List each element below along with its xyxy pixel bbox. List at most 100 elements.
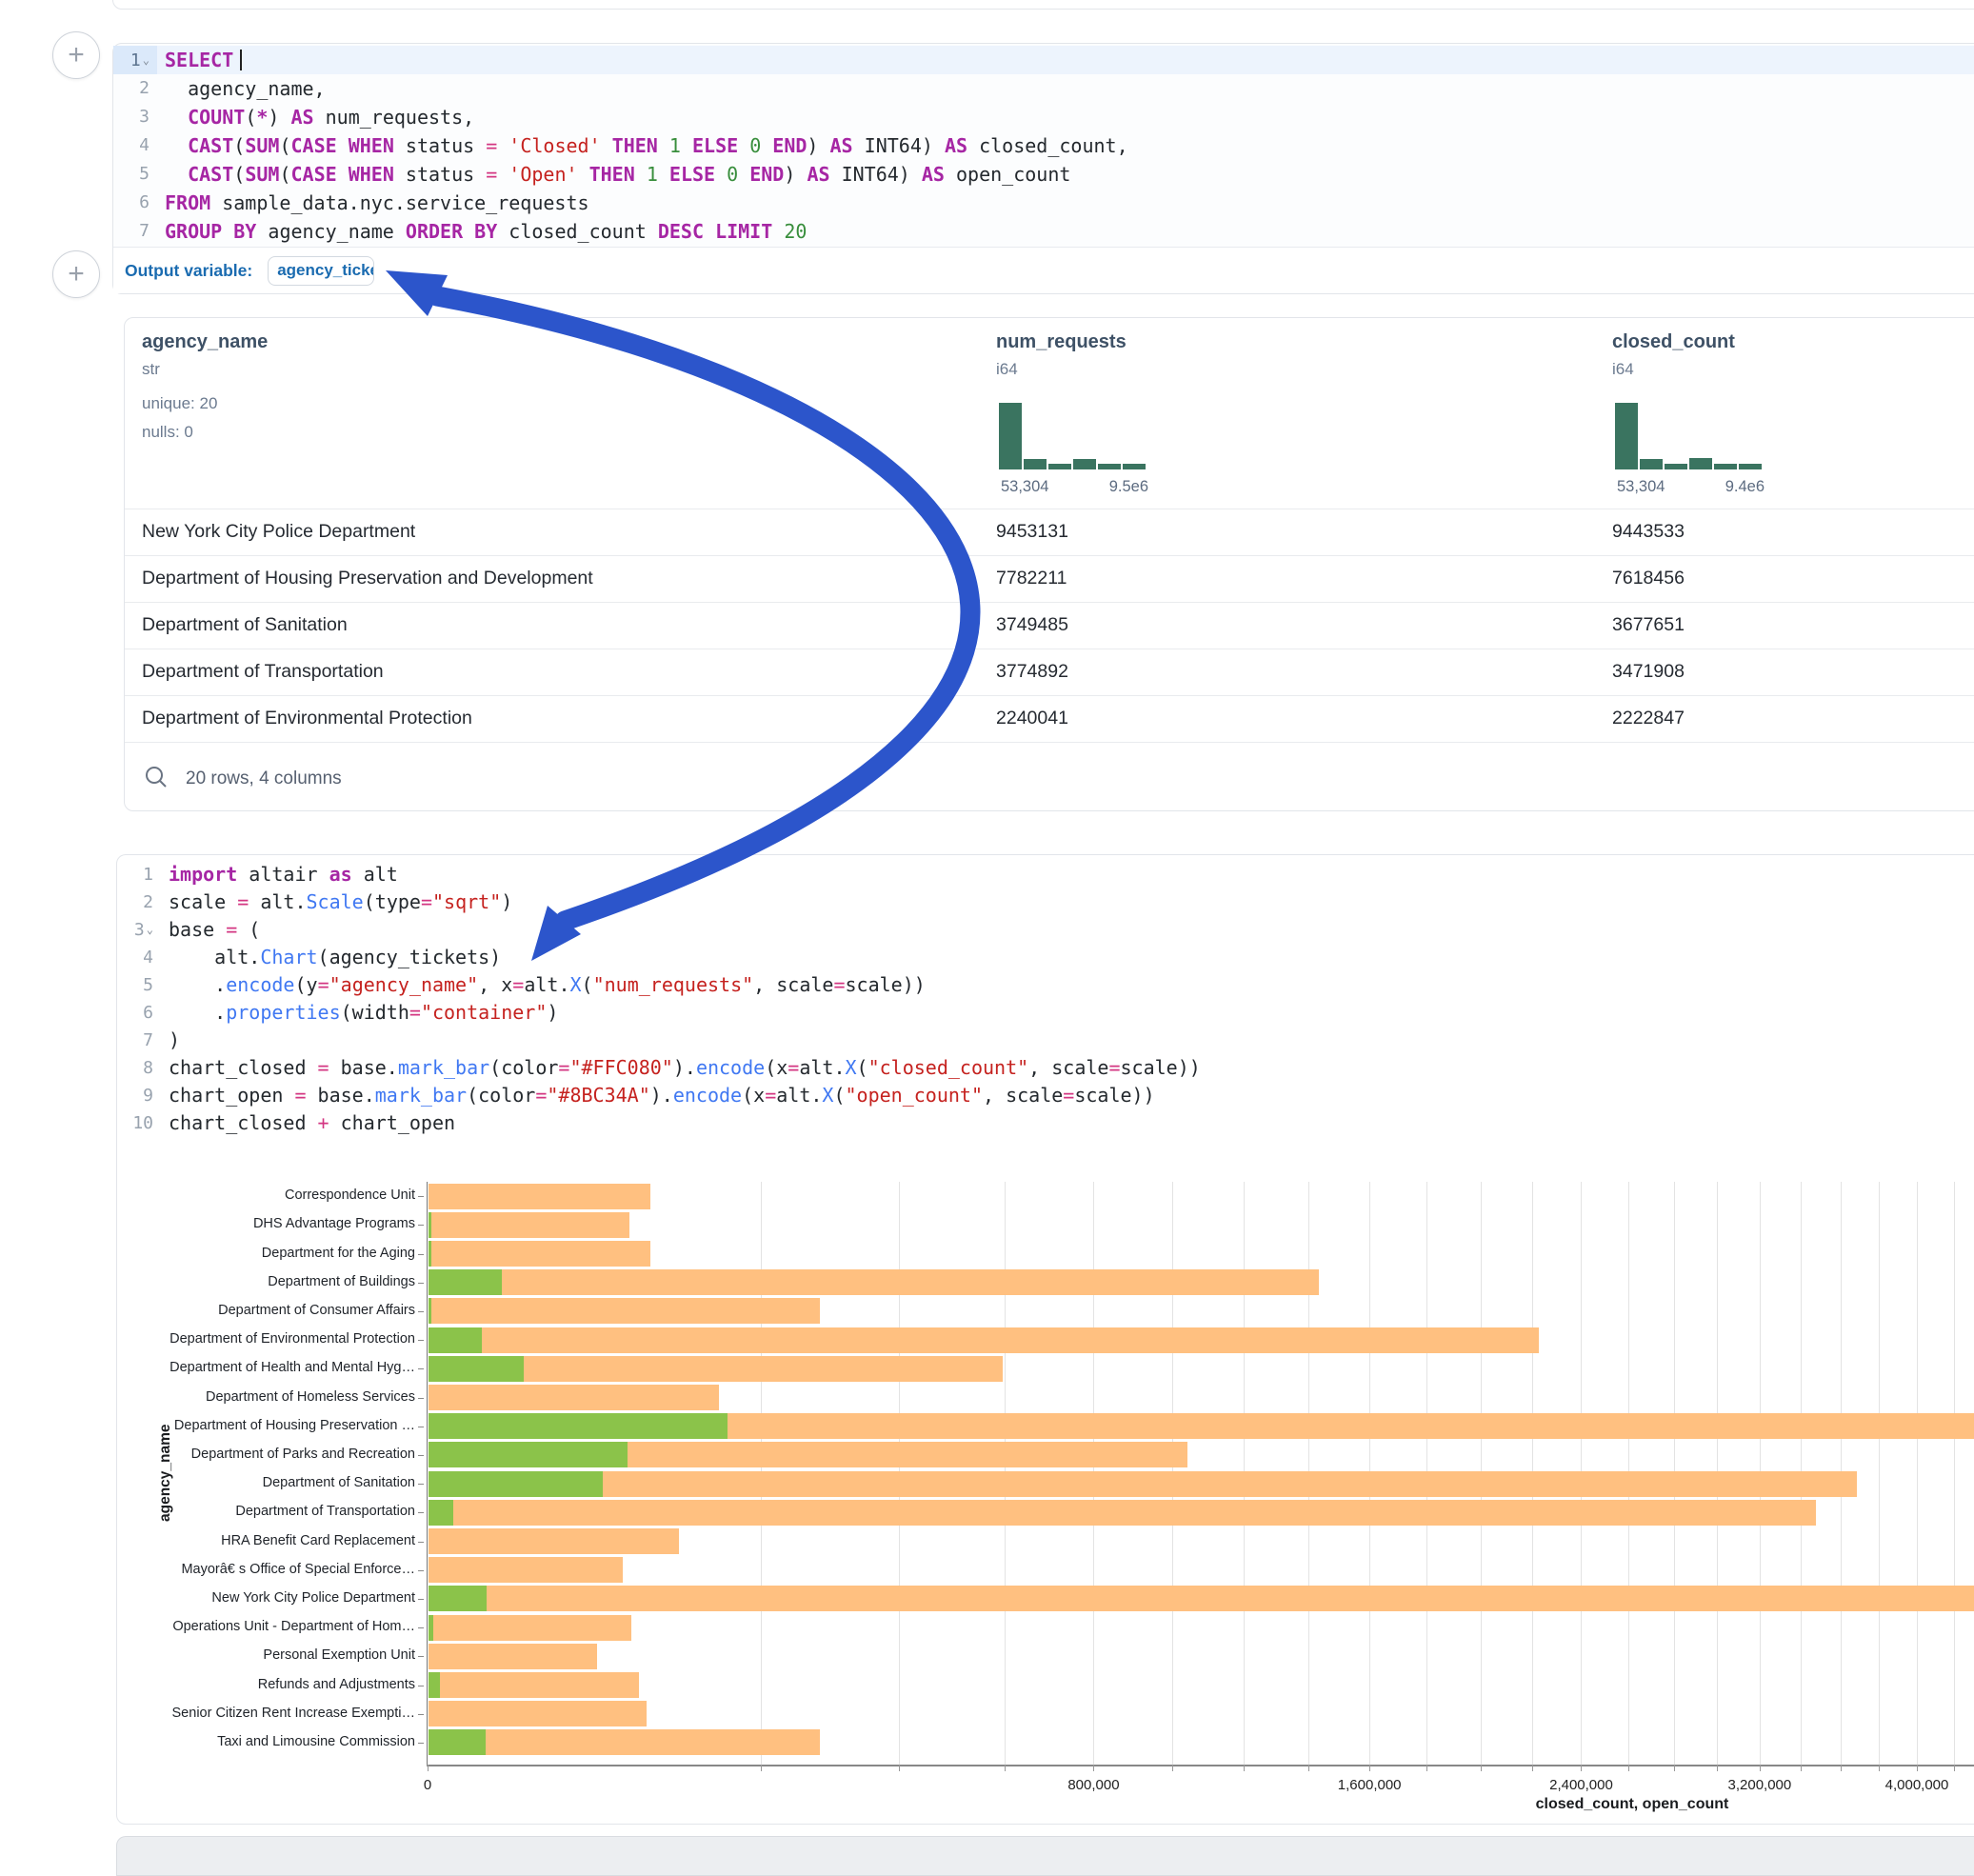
code-line[interactable]: 1⌄SELECT <box>113 46 1974 74</box>
column-header[interactable]: agency_name <box>142 331 268 353</box>
table-cell: 2240041 <box>996 695 1068 742</box>
histogram-max-label: 9.4e6 <box>1698 478 1765 496</box>
table-row[interactable]: New York City Police Department945313194… <box>125 509 1974 555</box>
table-cell: Department of Housing Preservation and D… <box>142 555 593 602</box>
histogram-min-label: 53,304 <box>1617 478 1665 496</box>
histogram-bar <box>1048 464 1071 469</box>
bar-closed-count <box>429 1672 639 1698</box>
code-token: DESC <box>658 220 704 243</box>
code-token: open_count <box>945 163 1070 186</box>
python-cell: 1import altair as alt2scale = alt.Scale(… <box>116 854 1974 1825</box>
y-axis-tick <box>418 1283 424 1284</box>
fold-chevron-icon[interactable]: ⌄ <box>143 53 150 67</box>
column-header[interactable]: num_requests <box>996 331 1127 353</box>
x-axis-tick-label: 4,000,000 <box>1885 1777 1949 1793</box>
column-stat: nulls: 0 <box>142 423 193 442</box>
bar-closed-count <box>429 1557 623 1583</box>
y-axis-tick <box>418 1254 424 1255</box>
output-variable-pill[interactable]: agency_tickets <box>268 256 374 286</box>
code-token: ELSE <box>692 134 738 157</box>
x-axis-tick <box>1917 1765 1918 1771</box>
bar-closed-count <box>429 1644 597 1669</box>
table-cell: New York City Police Department <box>142 509 415 555</box>
y-axis-category-label: Department of Buildings <box>117 1274 415 1289</box>
table-row[interactable]: Department of Transportation377489234719… <box>125 649 1974 695</box>
code-token <box>772 220 784 243</box>
x-axis-tick <box>1801 1765 1802 1771</box>
code-token <box>497 134 508 157</box>
code-line[interactable]: 3 COUNT(*) AS num_requests, <box>113 103 1974 131</box>
code-token: ( <box>233 134 245 157</box>
y-axis-tick <box>418 1398 424 1399</box>
code-token: status <box>394 134 486 157</box>
code-token: SELECT <box>165 49 233 71</box>
bar-closed-count <box>429 1586 1974 1611</box>
y-axis-tick <box>418 1484 424 1485</box>
x-axis-line <box>427 1765 1974 1766</box>
y-axis-category-label: Department of Parks and Recreation <box>117 1447 415 1462</box>
code-token <box>337 163 349 186</box>
code-token <box>578 163 589 186</box>
y-axis-tick <box>418 1627 424 1628</box>
table-cell: Department of Sanitation <box>142 602 348 649</box>
gridline <box>1879 1182 1880 1765</box>
code-line[interactable]: 4 CAST(SUM(CASE WHEN status = 'Closed' T… <box>113 131 1974 160</box>
code-token: agency_name <box>256 220 406 243</box>
code-token: num_requests, <box>314 106 475 129</box>
code-token: 'Open' <box>508 163 577 186</box>
code-token <box>165 134 188 157</box>
code-token: BY <box>474 220 497 243</box>
bar-open-count <box>429 1586 487 1611</box>
y-axis-category-label: Mayorâ€ s Office of Special Enforce… <box>117 1562 415 1577</box>
text-cursor <box>240 50 242 70</box>
x-axis-tick <box>1005 1765 1006 1771</box>
table-row[interactable]: Department of Housing Preservation and D… <box>125 555 1974 602</box>
table-row[interactable]: Department of Environmental Protection22… <box>125 695 1974 742</box>
column-type: i64 <box>1612 360 1634 379</box>
code-token: AS <box>922 163 945 186</box>
add-cell-button-top[interactable]: + <box>52 31 100 79</box>
previous-cell-edge <box>112 0 1974 10</box>
y-axis-category-label: Department of Health and Mental Hyg… <box>117 1360 415 1375</box>
column-header[interactable]: closed_count <box>1612 331 1735 353</box>
y-axis-tick <box>418 1455 424 1456</box>
code-line[interactable]: 6FROM sample_data.nyc.service_requests <box>113 189 1974 217</box>
bar-closed-count <box>429 1241 650 1267</box>
add-cell-button-output[interactable]: + <box>52 250 100 298</box>
sql-cell: 1⌄SELECT2 agency_name,3 COUNT(*) AS num_… <box>112 43 1974 294</box>
code-token: ELSE <box>669 163 715 186</box>
x-axis-tick <box>428 1765 429 1771</box>
code-token: BY <box>233 220 256 243</box>
x-axis-tick <box>1244 1765 1245 1771</box>
code-token <box>463 220 474 243</box>
code-token <box>497 163 508 186</box>
x-axis-tick <box>1674 1765 1675 1771</box>
code-token <box>738 134 749 157</box>
search-icon[interactable] <box>144 765 169 789</box>
code-line[interactable]: 5 CAST(SUM(CASE WHEN status = 'Open' THE… <box>113 160 1974 189</box>
x-axis-tick <box>1481 1765 1482 1771</box>
x-axis-tick <box>1841 1765 1842 1771</box>
y-axis-category-label: Department of Environmental Protection <box>117 1331 415 1347</box>
code-token: agency_name, <box>165 77 326 100</box>
x-axis-tick <box>899 1765 900 1771</box>
next-cell-edge <box>116 1836 1974 1876</box>
code-line[interactable]: 7GROUP BY agency_name ORDER BY closed_co… <box>113 217 1974 246</box>
sql-code-editor[interactable]: 1⌄SELECT2 agency_name,3 COUNT(*) AS num_… <box>113 44 1974 246</box>
code-line[interactable]: 2 agency_name, <box>113 74 1974 103</box>
dataframe-preview: 20 rows, 4 columns agency_namestrunique:… <box>124 317 1974 811</box>
table-row[interactable]: Department of Sanitation37494853677651 <box>125 602 1974 649</box>
code-token: COUNT <box>188 106 245 129</box>
bar-open-count <box>429 1442 628 1467</box>
code-token: WHEN <box>349 163 394 186</box>
code-token <box>165 163 188 186</box>
code-token: WHEN <box>349 134 394 157</box>
table-cell: 7618456 <box>1612 555 1685 602</box>
bar-open-count <box>429 1615 433 1641</box>
code-token: SUM <box>245 163 279 186</box>
line-number: 4 <box>113 131 157 160</box>
line-number: 2 <box>113 74 157 103</box>
code-token: ) <box>268 106 290 129</box>
y-axis-category-label: New York City Police Department <box>117 1590 415 1606</box>
code-token: AS <box>807 163 829 186</box>
